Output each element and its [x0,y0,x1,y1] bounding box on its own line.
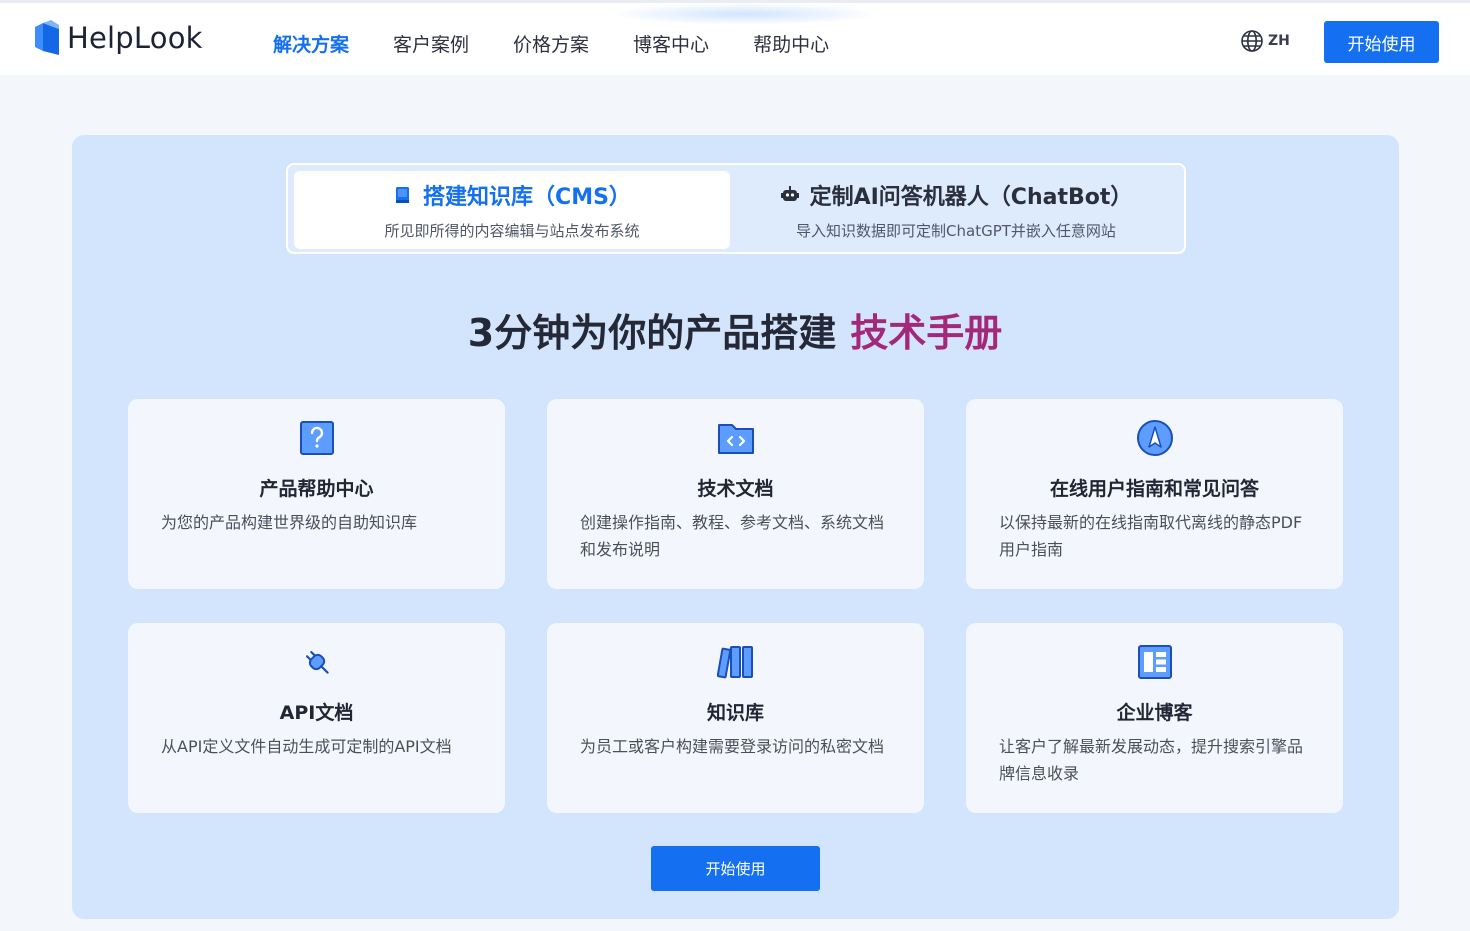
start-button-bottom[interactable]: 开始使用 [651,846,820,891]
card-title: 在线用户指南和常见问答 [1049,478,1259,500]
card-desc: 以保持最新的在线指南取代离线的静态PDF用户指南 [999,513,1303,559]
helplook-logo-icon [35,20,59,55]
card-desc: 让客户了解最新发展动态，提升搜索引擎品牌信息收录 [999,737,1304,783]
card-title: API文档 [279,702,354,724]
card-desc: 从API定义文件自动生成可定制的API文档 [161,737,452,756]
compass-icon [1137,420,1173,456]
card-title: 技术文档 [697,478,774,500]
tab-cms-title: 搭建知识库（CMS） [423,185,631,210]
robot-icon [780,186,799,201]
nav-item-blog[interactable]: 博客中心 [633,30,709,57]
logo[interactable]: HelpLook [33,17,203,59]
tab-chatbot[interactable]: 定制AI问答机器人（ChatBot） 导入知识数据即可定制ChatGPT并嵌入任… [734,171,1178,249]
card-title: 产品帮助中心 [259,478,374,500]
card-product-help-center[interactable]: 产品帮助中心 为您的产品构建世界级的自助知识库 [128,399,505,589]
card-desc: 为您的产品构建世界级的自助知识库 [161,513,418,532]
question-icon [300,421,334,455]
header-glow [610,3,880,25]
language-label: ZH [1268,33,1290,49]
globe-icon [1241,30,1263,52]
plug-icon [306,651,329,674]
card-company-blog[interactable]: 企业博客 让客户了解最新发展动态，提升搜索引擎品牌信息收录 [966,623,1343,813]
tab-cms[interactable]: 搭建知识库（CMS） 所见即所得的内容编辑与站点发布系统 [294,171,730,249]
headline-accent: 技术手册 [850,311,1003,355]
nav-item-help-center[interactable]: 帮助中心 [753,30,829,57]
card-title: 企业博客 [1116,702,1193,724]
card-desc: 创建操作指南、教程、参考文档、系统文档和发布说明 [580,513,885,559]
card-user-guide-faq[interactable]: 在线用户指南和常见问答 以保持最新的在线指南取代离线的静态PDF用户指南 [966,399,1343,589]
card-knowledge-base[interactable]: 知识库 为员工或客户构建需要登录访问的私密文档 [547,623,924,813]
card-title: 知识库 [706,702,764,724]
card-tech-docs[interactable]: 技术文档 创建操作指南、教程、参考文档、系统文档和发布说明 [547,399,924,589]
card-desc: 为员工或客户构建需要登录访问的私密文档 [580,737,885,756]
tab-cms-subtitle: 所见即所得的内容编辑与站点发布系统 [384,222,640,240]
nav-item-customer-cases[interactable]: 客户案例 [393,30,469,57]
blog-layout-icon [1138,645,1172,679]
tab-chatbot-subtitle: 导入知识数据即可定制ChatGPT并嵌入任意网站 [796,222,1116,240]
language-switcher[interactable]: ZH [1240,29,1290,53]
book-icon [396,187,410,203]
page-headline: 3分钟为你的产品搭建 技术手册 [0,302,1470,357]
headline-main: 3分钟为你的产品搭建 [467,311,837,355]
product-tabs: 搭建知识库（CMS） 所见即所得的内容编辑与站点发布系统 定制AI问答机器人（C… [286,163,1186,254]
logo-text: HelpLook [67,21,203,55]
nav-item-solutions[interactable]: 解决方案 [273,30,349,57]
start-button-header[interactable]: 开始使用 [1324,21,1439,63]
card-api-docs[interactable]: API文档 从API定义文件自动生成可定制的API文档 [128,623,505,813]
tab-chatbot-title: 定制AI问答机器人（ChatBot） [809,185,1133,210]
nav-item-pricing[interactable]: 价格方案 [513,30,589,57]
library-icon [717,646,753,679]
main-nav: 解决方案 客户案例 价格方案 博客中心 帮助中心 [273,30,873,57]
site-header: HelpLook 解决方案 客户案例 价格方案 博客中心 帮助中心 ZH 开始使… [0,3,1470,75]
code-folder-icon [718,424,754,454]
